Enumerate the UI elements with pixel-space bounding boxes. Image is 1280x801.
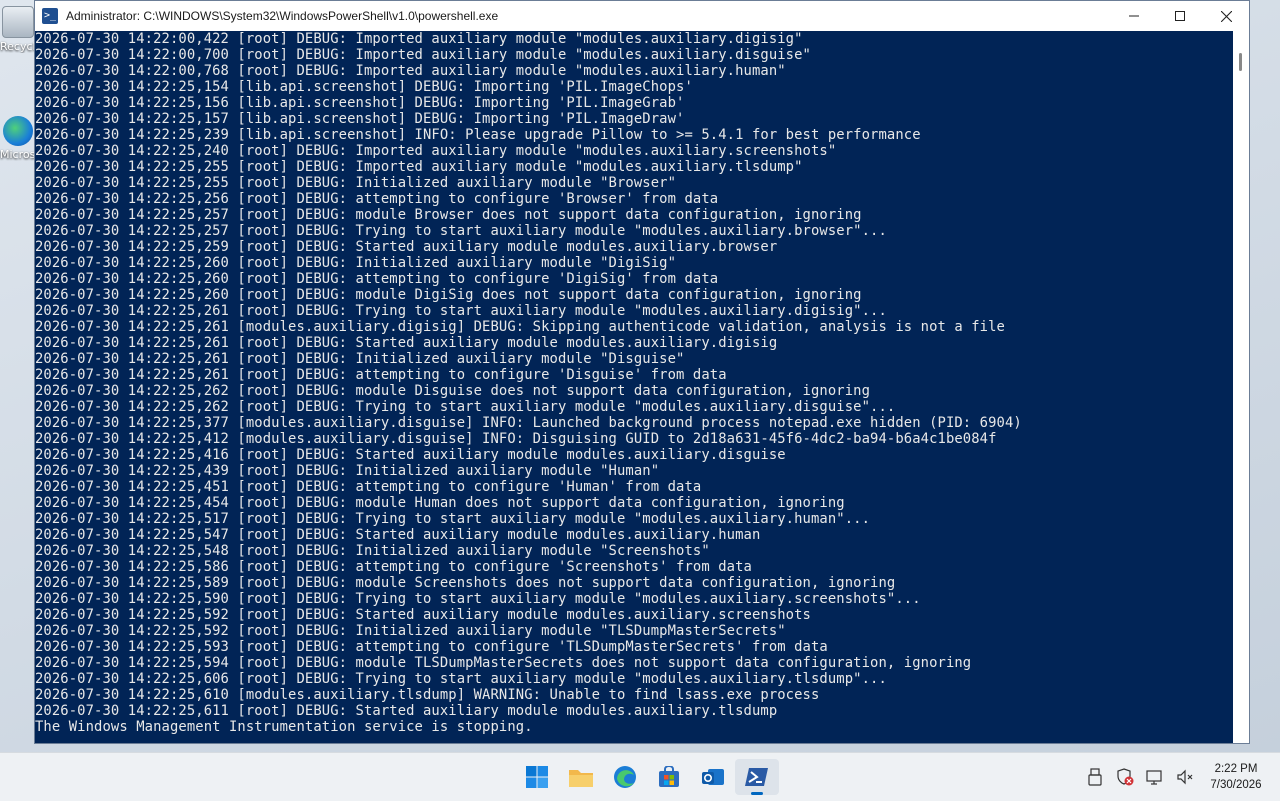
- usb-icon: [1088, 768, 1102, 786]
- console-line: 2026-07-30 14:22:00,768 [root] DEBUG: Im…: [35, 63, 786, 79]
- console-line: 2026-07-30 14:22:25,262 [root] DEBUG: mo…: [35, 383, 871, 399]
- file-explorer-button[interactable]: [559, 759, 603, 795]
- desktop-icon-recycle-bin[interactable]: Recycle Bin: [0, 6, 36, 53]
- console-line: 2026-07-30 14:22:25,454 [root] DEBUG: mo…: [35, 495, 845, 511]
- powershell-icon: >_: [42, 8, 58, 24]
- network-icon: [1146, 770, 1162, 785]
- console-line: 2026-07-30 14:22:25,586 [root] DEBUG: at…: [35, 559, 752, 575]
- maximize-button[interactable]: [1157, 1, 1203, 31]
- console-line: 2026-07-30 14:22:25,439 [root] DEBUG: In…: [35, 463, 660, 479]
- console-line: 2026-07-30 14:22:25,412 [modules.auxilia…: [35, 431, 997, 447]
- edge-icon: [614, 766, 636, 788]
- console-line: 2026-07-30 14:22:25,261 [root] DEBUG: St…: [35, 335, 778, 351]
- edge-button[interactable]: [603, 759, 647, 795]
- taskbar: 2:22 PM 7/30/2026: [0, 752, 1280, 801]
- console-line: 2026-07-30 14:22:25,255 [root] DEBUG: Im…: [35, 159, 803, 175]
- start-button[interactable]: [515, 759, 559, 795]
- console-line: 2026-07-30 14:22:25,157 [lib.api.screens…: [35, 111, 685, 127]
- vertical-scrollbar[interactable]: [1233, 31, 1249, 743]
- console-output[interactable]: 2026-07-30 14:22:00,422 [root] DEBUG: Im…: [35, 31, 1233, 743]
- volume-button[interactable]: [1170, 762, 1200, 792]
- console-line: 2026-07-30 14:22:25,611 [root] DEBUG: St…: [35, 703, 778, 719]
- console-line: 2026-07-30 14:22:25,260 [root] DEBUG: In…: [35, 255, 677, 271]
- powershell-icon: [745, 768, 768, 786]
- console-line: 2026-07-30 14:22:25,594 [root] DEBUG: mo…: [35, 655, 972, 671]
- maximize-icon: [1175, 11, 1185, 21]
- console-line: 2026-07-30 14:22:25,416 [root] DEBUG: St…: [35, 447, 786, 463]
- console-line: 2026-07-30 14:22:25,257 [root] DEBUG: mo…: [35, 207, 862, 223]
- speaker-muted-icon: [1177, 769, 1193, 785]
- console-line: 2026-07-30 14:22:25,154 [lib.api.screens…: [35, 79, 693, 95]
- console-line: 2026-07-30 14:22:25,451 [root] DEBUG: at…: [35, 479, 702, 495]
- console-line: 2026-07-30 14:22:25,589 [root] DEBUG: mo…: [35, 575, 896, 591]
- desktop-icon-label: Microsoft Edge: [0, 148, 36, 161]
- console-line: 2026-07-30 14:22:25,548 [root] DEBUG: In…: [35, 543, 710, 559]
- outlook-icon: [702, 769, 724, 785]
- minimize-icon: [1129, 15, 1139, 17]
- console-lines: 2026-07-30 14:22:00,422 [root] DEBUG: Im…: [35, 31, 1233, 735]
- console-line: 2026-07-30 14:22:25,592 [root] DEBUG: In…: [35, 623, 786, 639]
- taskbar-clock[interactable]: 2:22 PM 7/30/2026: [1200, 761, 1272, 793]
- console-line: 2026-07-30 14:22:25,261 [root] DEBUG: at…: [35, 367, 727, 383]
- clock-date: 7/30/2026: [1210, 779, 1262, 791]
- desktop-icon-edge[interactable]: Microsoft Edge: [0, 116, 36, 161]
- minimize-button[interactable]: [1111, 1, 1157, 31]
- system-tray: 2:22 PM 7/30/2026: [1080, 753, 1280, 801]
- console-line: 2026-07-30 14:22:00,422 [root] DEBUG: Im…: [35, 31, 803, 47]
- console-line: 2026-07-30 14:22:25,261 [root] DEBUG: Tr…: [35, 303, 887, 319]
- close-icon: [1220, 10, 1232, 22]
- window-controls: [1111, 1, 1249, 31]
- desktop-icon-label: Recycle Bin: [0, 40, 36, 53]
- usb-device-button[interactable]: [1080, 762, 1110, 792]
- console-line: 2026-07-30 14:22:25,517 [root] DEBUG: Tr…: [35, 511, 871, 527]
- console-line: 2026-07-30 14:22:25,256 [root] DEBUG: at…: [35, 191, 719, 207]
- network-button[interactable]: [1140, 762, 1170, 792]
- file-explorer-icon: [569, 770, 593, 787]
- microsoft-store-button[interactable]: [647, 759, 691, 795]
- console-line: 2026-07-30 14:22:25,255 [root] DEBUG: In…: [35, 175, 677, 191]
- recycle-bin-icon: [2, 6, 34, 38]
- console-line: 2026-07-30 14:22:25,239 [lib.api.screens…: [35, 127, 921, 143]
- console-line: 2026-07-30 14:22:25,260 [root] DEBUG: mo…: [35, 287, 862, 303]
- outlook-button[interactable]: [691, 759, 735, 795]
- microsoft-store-icon: [659, 766, 679, 787]
- console-line: 2026-07-30 14:22:25,547 [root] DEBUG: St…: [35, 527, 761, 543]
- console-line: 2026-07-30 14:22:25,592 [root] DEBUG: St…: [35, 607, 811, 623]
- window-title: Administrator: C:\WINDOWS\System32\Windo…: [66, 9, 499, 23]
- console-line: 2026-07-30 14:22:00,700 [root] DEBUG: Im…: [35, 47, 811, 63]
- console-line: 2026-07-30 14:22:25,606 [root] DEBUG: Tr…: [35, 671, 887, 687]
- console-line: 2026-07-30 14:22:25,262 [root] DEBUG: Tr…: [35, 399, 896, 415]
- title-bar[interactable]: >_ Administrator: C:\WINDOWS\System32\Wi…: [35, 1, 1249, 31]
- scrollbar-thumb[interactable]: [1239, 53, 1242, 71]
- console-line: The Windows Management Instrumentation s…: [35, 719, 533, 735]
- shield-warning-icon: [1117, 768, 1134, 786]
- console-line: 2026-07-30 14:22:25,377 [modules.auxilia…: [35, 415, 1022, 431]
- clock-time: 2:22 PM: [1214, 763, 1258, 775]
- close-button[interactable]: [1203, 1, 1249, 31]
- console-line: 2026-07-30 14:22:25,260 [root] DEBUG: at…: [35, 271, 719, 287]
- powershell-window: >_ Administrator: C:\WINDOWS\System32\Wi…: [34, 0, 1250, 744]
- console-line: 2026-07-30 14:22:25,261 [root] DEBUG: In…: [35, 351, 685, 367]
- taskbar-apps: [515, 759, 779, 795]
- console-line: 2026-07-30 14:22:25,240 [root] DEBUG: Im…: [35, 143, 837, 159]
- console-line: 2026-07-30 14:22:25,610 [modules.auxilia…: [35, 687, 820, 703]
- powershell-taskbar-button[interactable]: [735, 759, 779, 795]
- console-line: 2026-07-30 14:22:25,259 [root] DEBUG: St…: [35, 239, 778, 255]
- console-line: 2026-07-30 14:22:25,156 [lib.api.screens…: [35, 95, 685, 111]
- windows-start-icon: [526, 766, 548, 788]
- console-line: 2026-07-30 14:22:25,590 [root] DEBUG: Tr…: [35, 591, 921, 607]
- console-line: 2026-07-30 14:22:25,261 [modules.auxilia…: [35, 319, 1005, 335]
- edge-icon: [3, 116, 33, 146]
- security-status-button[interactable]: [1110, 762, 1140, 792]
- console-line: 2026-07-30 14:22:25,593 [root] DEBUG: at…: [35, 639, 828, 655]
- console-line: 2026-07-30 14:22:25,257 [root] DEBUG: Tr…: [35, 223, 887, 239]
